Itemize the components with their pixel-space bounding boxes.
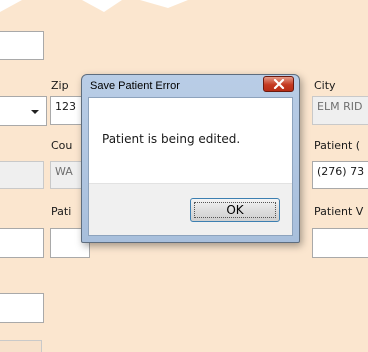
left-readonly-input xyxy=(0,161,44,189)
left-top-input[interactable] xyxy=(0,31,44,60)
left-mid-input[interactable] xyxy=(0,228,44,258)
city-input: ELM RID xyxy=(312,96,368,125)
left-combo[interactable] xyxy=(0,96,47,126)
ok-button-focus-rect xyxy=(194,202,276,218)
city-label: City xyxy=(314,79,336,92)
patient-left-label: Pati xyxy=(51,205,72,218)
patient-phone-label: Patient ( xyxy=(314,139,361,152)
dialog-title: Save Patient Error xyxy=(90,80,180,92)
left-combo-button[interactable] xyxy=(25,98,45,124)
zip-value: 123 xyxy=(55,100,76,113)
chevron-down-icon xyxy=(31,110,39,114)
dialog-message: Patient is being edited. xyxy=(102,132,241,146)
zip-label: Zip xyxy=(51,79,69,92)
close-icon xyxy=(273,79,284,89)
dialog-button-bar: OK xyxy=(89,183,292,235)
county-value: WA xyxy=(55,165,73,178)
left-bottom-edge xyxy=(0,340,42,352)
patient-phone-input[interactable]: (276) 73 xyxy=(312,161,368,189)
ok-button[interactable]: OK xyxy=(190,198,280,222)
patient-right-input[interactable] xyxy=(312,228,368,258)
patient-phone-value: (276) 73 xyxy=(317,165,365,178)
dialog-close-button[interactable] xyxy=(263,76,294,92)
dialog-content: Patient is being edited. OK xyxy=(88,97,293,236)
save-patient-error-dialog: Save Patient Error Patient is being edit… xyxy=(81,74,300,243)
county-label: Cou xyxy=(51,139,73,152)
left-bottom-input[interactable] xyxy=(0,293,44,323)
city-value: ELM RID xyxy=(317,100,363,113)
patient-right-label: Patient V xyxy=(314,205,364,218)
header-stripe-decoration xyxy=(0,0,368,22)
